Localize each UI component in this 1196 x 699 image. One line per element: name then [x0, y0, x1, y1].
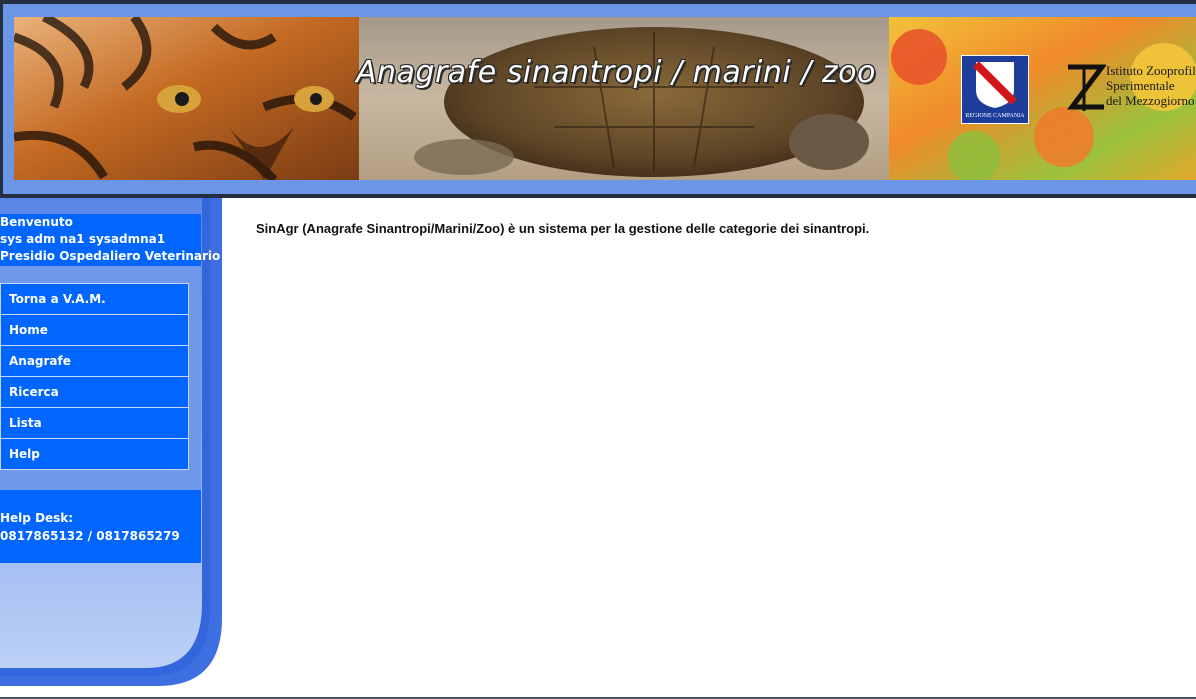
menu-item-torna-vam[interactable]: Torna a V.A.M. — [0, 283, 189, 315]
region-shield-icon — [961, 55, 1029, 111]
region-logo-label: REGIONE CAMPANIA — [961, 109, 1029, 124]
menu-item-home[interactable]: Home — [0, 315, 189, 346]
izs-emblem-icon — [1067, 64, 1106, 111]
regione-campania-logo: REGIONE CAMPANIA — [961, 55, 1029, 127]
welcome-panel: Benvenuto sys adm na1 sysadmna1 Presidio… — [0, 214, 221, 266]
helpdesk-panel: Help Desk: 0817865132 / 0817865279 — [0, 490, 201, 563]
menu-item-ricerca[interactable]: Ricerca — [0, 377, 189, 408]
welcome-greeting: Benvenuto — [0, 215, 73, 229]
page-header: Anagrafe sinantropi / marini / zoo REGIO… — [0, 0, 1196, 198]
institute-logo: Istituto Zooprofilattico Sperimentale de… — [1064, 63, 1196, 123]
menu-item-anagrafe[interactable]: Anagrafe — [0, 346, 189, 377]
institute-name: Istituto Zooprofilattico Sperimentale de… — [1106, 63, 1196, 108]
institute-name-line: Sperimentale — [1106, 78, 1175, 93]
sidebar-menu: Torna a V.A.M. Home Anagrafe Ricerca Lis… — [0, 283, 189, 470]
turtle-head — [789, 114, 869, 170]
helpdesk-label: Help Desk: — [0, 511, 74, 525]
sidebar: Benvenuto sys adm na1 sysadmna1 Presidio… — [0, 198, 228, 699]
menu-item-lista[interactable]: Lista — [0, 408, 189, 439]
main-description: SinAgr (Anagrafe Sinantropi/Marini/Zoo) … — [256, 221, 870, 236]
helpdesk-phones: 0817865132 / 0817865279 — [0, 529, 180, 543]
banner-title: Anagrafe sinantropi / marini / zoo — [356, 55, 876, 90]
welcome-role: Presidio Ospedaliero Veterinario — [0, 249, 221, 263]
institute-name-line: Istituto Zooprofilattico — [1106, 63, 1196, 78]
welcome-user: sys adm na1 sysadmna1 — [0, 232, 166, 246]
header-banner: Anagrafe sinantropi / marini / zoo REGIO… — [14, 17, 1196, 180]
menu-item-help[interactable]: Help — [0, 439, 189, 470]
institute-name-line: del Mezzogiorno — [1106, 93, 1195, 108]
